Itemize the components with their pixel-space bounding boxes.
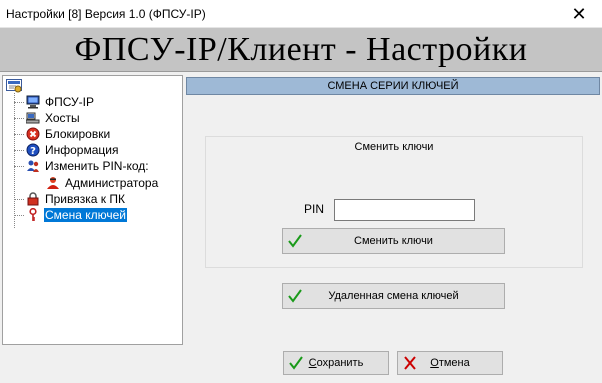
banner-title: ФПСУ-IP/Клиент - Настройки	[74, 30, 528, 68]
settings-root-icon[interactable]	[6, 79, 22, 93]
svg-text:?: ?	[30, 146, 36, 157]
block-icon	[26, 127, 40, 141]
change-keys-label: Сменить ключи	[354, 235, 433, 247]
app-banner: ФПСУ-IP/Клиент - Настройки	[0, 28, 602, 72]
tree-item-label: ФПСУ-IP	[45, 95, 94, 109]
lock-icon	[26, 192, 40, 206]
users-icon	[26, 159, 40, 173]
tree-item-change-pin[interactable]: Изменить PIN-код:	[14, 158, 150, 174]
tree-item-label: Администратора	[65, 176, 159, 190]
tree-item-fpsu-ip[interactable]: ФПСУ-IP	[14, 94, 95, 110]
check-icon	[289, 356, 303, 370]
tree-item-label: Информация	[45, 143, 119, 157]
pin-label: PIN	[304, 202, 325, 216]
admin-icon	[46, 176, 60, 190]
check-icon	[288, 234, 302, 248]
tree-item-label: Хосты	[45, 111, 80, 125]
tree-item-key-change[interactable]: Смена ключей	[14, 207, 127, 223]
key-icon	[26, 208, 40, 222]
group-title: Сменить ключи	[354, 141, 434, 153]
tree-item-label: Изменить PIN-код:	[45, 159, 149, 173]
change-keys-button[interactable]: Сменить ключи	[282, 228, 505, 254]
panel-header: СМЕНА СЕРИИ КЛЮЧЕЙ	[186, 77, 600, 95]
save-button[interactable]: Сохранить	[283, 351, 389, 375]
check-icon	[288, 289, 302, 303]
remote-key-change-label: Удаленная смена ключей	[328, 290, 459, 302]
remote-key-change-button[interactable]: Удаленная смена ключей	[282, 283, 505, 309]
tree-item-admin[interactable]: Администратора	[46, 175, 159, 191]
tree-item-info[interactable]: ? Информация	[14, 142, 119, 158]
tree-item-pc-binding[interactable]: Привязка к ПК	[14, 191, 126, 207]
settings-tree[interactable]: ФПСУ-IP Хосты Блокировки ? Информация Из…	[2, 75, 183, 345]
hosts-icon	[26, 111, 40, 125]
tree-item-hosts[interactable]: Хосты	[14, 110, 81, 126]
title-bar: Настройки [8] Версия 1.0 (ФПСУ-IP) ✕	[0, 0, 602, 28]
close-icon: ✕	[571, 3, 587, 25]
pin-input[interactable]	[334, 199, 475, 221]
tree-item-blocks[interactable]: Блокировки	[14, 126, 111, 142]
tree-item-label: Привязка к ПК	[45, 192, 125, 206]
cancel-button[interactable]: Отмена	[397, 351, 503, 375]
tree-item-label: Блокировки	[45, 127, 111, 141]
computer-icon	[26, 95, 40, 109]
tree-item-label: Смена ключей	[44, 208, 127, 222]
close-button[interactable]: ✕	[556, 0, 602, 28]
info-icon: ?	[26, 143, 40, 157]
cancel-x-icon	[404, 356, 416, 370]
window-title: Настройки [8] Версия 1.0 (ФПСУ-IP)	[6, 7, 206, 21]
